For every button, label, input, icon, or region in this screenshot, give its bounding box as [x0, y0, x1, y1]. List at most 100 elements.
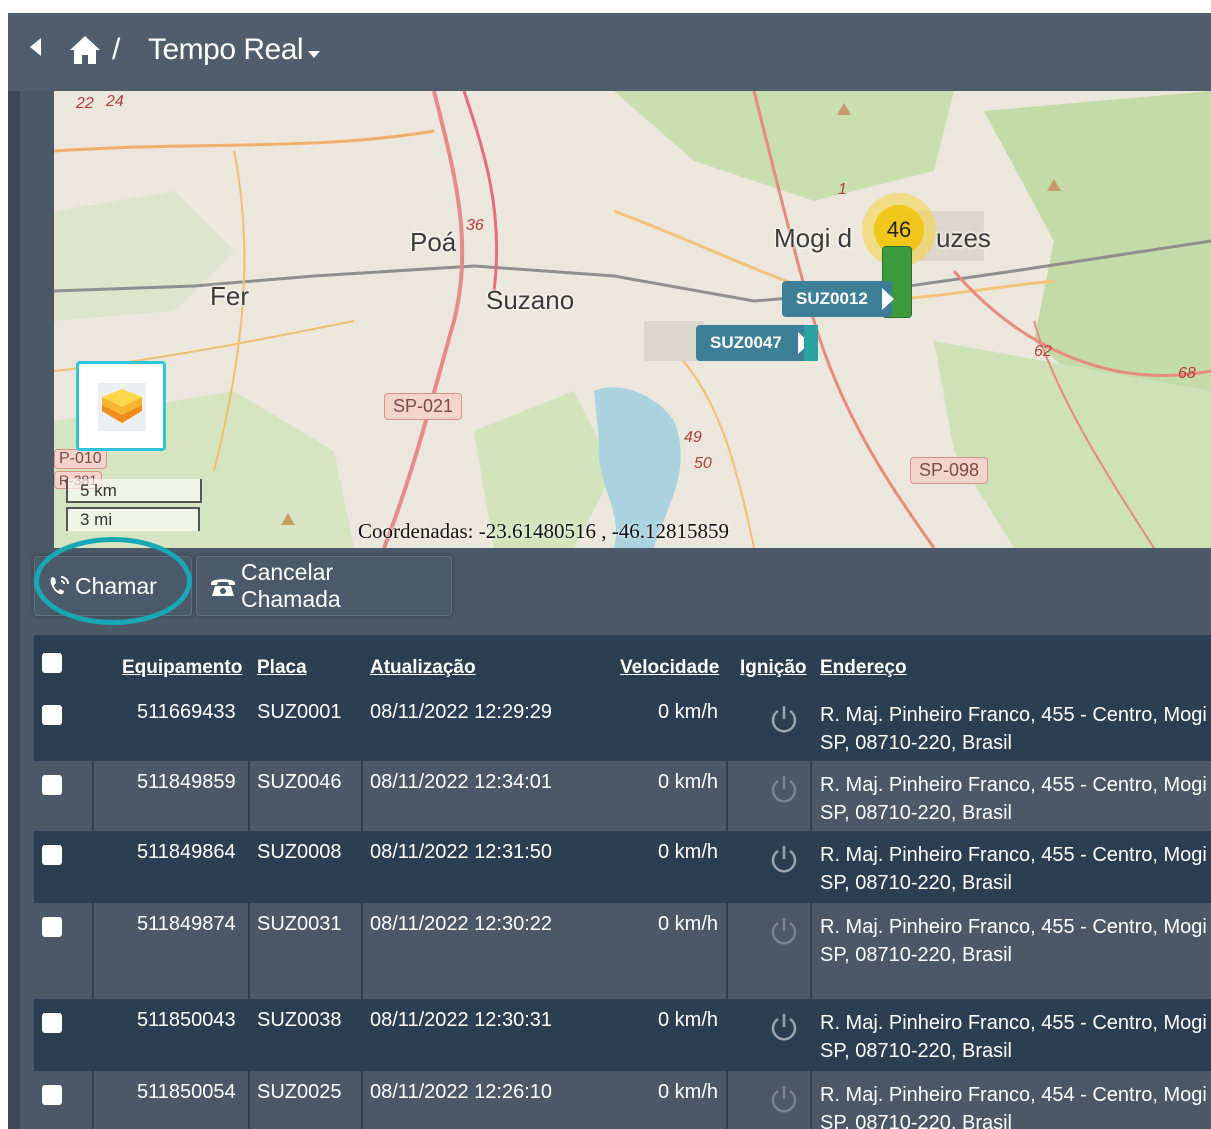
column-divider [810, 761, 812, 831]
back-arrow-icon[interactable] [30, 38, 41, 56]
column-divider [92, 761, 94, 831]
map-view[interactable]: 22 24 36 49 50 62 68 1 Poá Suzano Fer Mo… [54, 91, 1211, 548]
road-number: 50 [694, 455, 712, 472]
cell-velocidade: 0 km/h [658, 771, 719, 793]
power-icon [771, 776, 797, 803]
vehicle-plate: SUZ0047 [710, 333, 782, 352]
column-divider [726, 903, 728, 999]
road-shield: SP-098 [910, 457, 989, 484]
table-row[interactable]: 511849859 SUZ0046 08/11/2022 12:34:01 0 … [34, 761, 1211, 831]
road-number: 68 [1178, 365, 1196, 382]
column-divider [810, 1071, 812, 1129]
cell-placa: SUZ0038 [257, 1009, 342, 1031]
column-divider [361, 1071, 363, 1129]
cell-placa: SUZ0046 [257, 771, 342, 793]
cell-endereco: R. Maj. Pinheiro Franco, 455 - Centro, M… [820, 913, 1211, 969]
cell-placa: SUZ0025 [257, 1081, 342, 1103]
header-velocidade[interactable]: Velocidade [620, 657, 719, 679]
row-checkbox[interactable] [42, 1085, 62, 1105]
row-checkbox[interactable] [42, 705, 62, 725]
power-icon [771, 1086, 797, 1113]
cell-endereco: R. Maj. Pinheiro Franco, 454 - Centro, M… [820, 1081, 1211, 1129]
cell-endereco: R. Maj. Pinheiro Franco, 455 - Centro, M… [820, 771, 1211, 827]
cell-atualizacao: 08/11/2022 12:34:01 [370, 771, 553, 793]
address-line: R. Maj. Pinheiro Franco, 455 - Centro, M… [820, 844, 1211, 866]
layers-button[interactable] [76, 361, 166, 451]
header-endereco[interactable]: Endereço [820, 657, 907, 679]
app-window: / Tempo Real 22 24 36 49 50 62 68 1 Poá … [8, 13, 1211, 1129]
city-label-fer: Fer [210, 281, 249, 311]
address-line: R. Maj. Pinheiro Franco, 455 - Centro, M… [820, 1012, 1211, 1034]
header-atualizacao[interactable]: Atualização [370, 657, 476, 679]
road-number: 24 [106, 93, 124, 110]
table-row[interactable]: 511669433 SUZ0001 08/11/2022 12:29:29 0 … [34, 691, 1211, 761]
address-line: R. Maj. Pinheiro Franco, 455 - Centro, M… [820, 916, 1211, 938]
row-checkbox[interactable] [42, 845, 62, 865]
column-divider [726, 761, 728, 831]
highlight-circle [34, 537, 192, 625]
select-all-checkbox[interactable] [42, 653, 62, 673]
row-checkbox[interactable] [42, 775, 62, 795]
cell-placa: SUZ0001 [257, 701, 342, 723]
column-divider [92, 1071, 94, 1129]
cell-equipamento: 511849864 [137, 841, 236, 863]
column-divider [726, 1071, 728, 1129]
cell-velocidade: 0 km/h [658, 701, 719, 723]
table-row[interactable]: 511850043 SUZ0038 08/11/2022 12:30:31 0 … [34, 999, 1211, 1071]
road-number: 1 [838, 181, 847, 198]
city-label-mogi: Mogi d [774, 223, 853, 253]
address-line: R. Maj. Pinheiro Franco, 455 - Centro, M… [820, 704, 1211, 726]
row-checkbox[interactable] [42, 1013, 62, 1033]
header-placa[interactable]: Placa [257, 657, 307, 679]
road-number: 36 [466, 217, 484, 234]
vehicle-tag-suz0012[interactable]: SUZ0012 [782, 281, 894, 317]
cancel-call-button[interactable]: Cancelar Chamada [196, 556, 452, 616]
table-row[interactable]: 511849874 SUZ0031 08/11/2022 12:30:22 0 … [34, 903, 1211, 999]
scale-imperial: 3 mi [66, 507, 200, 531]
road-shield: P-010 [54, 449, 107, 469]
road-number: 62 [1034, 343, 1052, 360]
cell-endereco: R. Maj. Pinheiro Franco, 455 - Centro, M… [820, 1009, 1211, 1065]
cell-atualizacao: 08/11/2022 12:30:22 [370, 913, 553, 935]
address-line: SP, 08710-220, Brasil [820, 732, 1012, 754]
address-line: SP, 08710-220, Brasil [820, 944, 1012, 966]
table-row[interactable]: 511850054 SUZ0025 08/11/2022 12:26:10 0 … [34, 1071, 1211, 1129]
city-label-suzano: Suzano [486, 285, 575, 315]
cell-equipamento: 511849859 [137, 771, 236, 793]
vehicle-table: Equipamento Placa Atualização Velocidade… [34, 635, 1211, 1129]
cell-equipamento: 511849874 [137, 913, 236, 935]
power-icon [771, 706, 797, 733]
column-divider [248, 903, 250, 999]
scale-metric: 5 km [66, 479, 202, 503]
vehicle-plate: SUZ0012 [796, 289, 868, 308]
table-header: Equipamento Placa Atualização Velocidade… [34, 635, 1211, 691]
cell-velocidade: 0 km/h [658, 1009, 719, 1031]
cell-atualizacao: 08/11/2022 12:26:10 [370, 1081, 553, 1103]
cell-placa: SUZ0008 [257, 841, 342, 863]
table-row[interactable]: 511849864 SUZ0008 08/11/2022 12:31:50 0 … [34, 831, 1211, 903]
home-icon[interactable] [68, 34, 102, 66]
address-line: R. Maj. Pinheiro Franco, 455 - Centro, M… [820, 774, 1211, 796]
header-equipamento[interactable]: Equipamento [122, 657, 242, 679]
cell-equipamento: 511850054 [137, 1081, 236, 1103]
power-icon [771, 846, 797, 873]
column-divider [248, 1071, 250, 1129]
vehicle-tag-suz0047[interactable]: SUZ0047 [696, 325, 818, 361]
header-ignicao[interactable]: Ignição [740, 657, 807, 679]
chevron-down-icon[interactable] [308, 51, 320, 58]
address-line: SP, 08710-220, Brasil [820, 1112, 1012, 1129]
play-icon [882, 288, 894, 310]
breadcrumb-separator: / [112, 33, 121, 66]
top-bar: / Tempo Real [8, 13, 1211, 91]
page-title[interactable]: Tempo Real [148, 33, 304, 67]
city-label-cruzes: uzes [936, 223, 991, 253]
cell-velocidade: 0 km/h [658, 1081, 719, 1103]
address-line: SP, 08710-220, Brasil [820, 1040, 1012, 1062]
coordinates-readout: Coordenadas: -23.61480516 , -46.12815859 [358, 519, 729, 543]
road-number: 22 [76, 95, 94, 112]
layers-icon [102, 389, 142, 423]
row-checkbox[interactable] [42, 917, 62, 937]
address-line: R. Maj. Pinheiro Franco, 454 - Centro, M… [820, 1084, 1211, 1106]
road-shield: SP-021 [384, 393, 463, 420]
column-divider [361, 761, 363, 831]
